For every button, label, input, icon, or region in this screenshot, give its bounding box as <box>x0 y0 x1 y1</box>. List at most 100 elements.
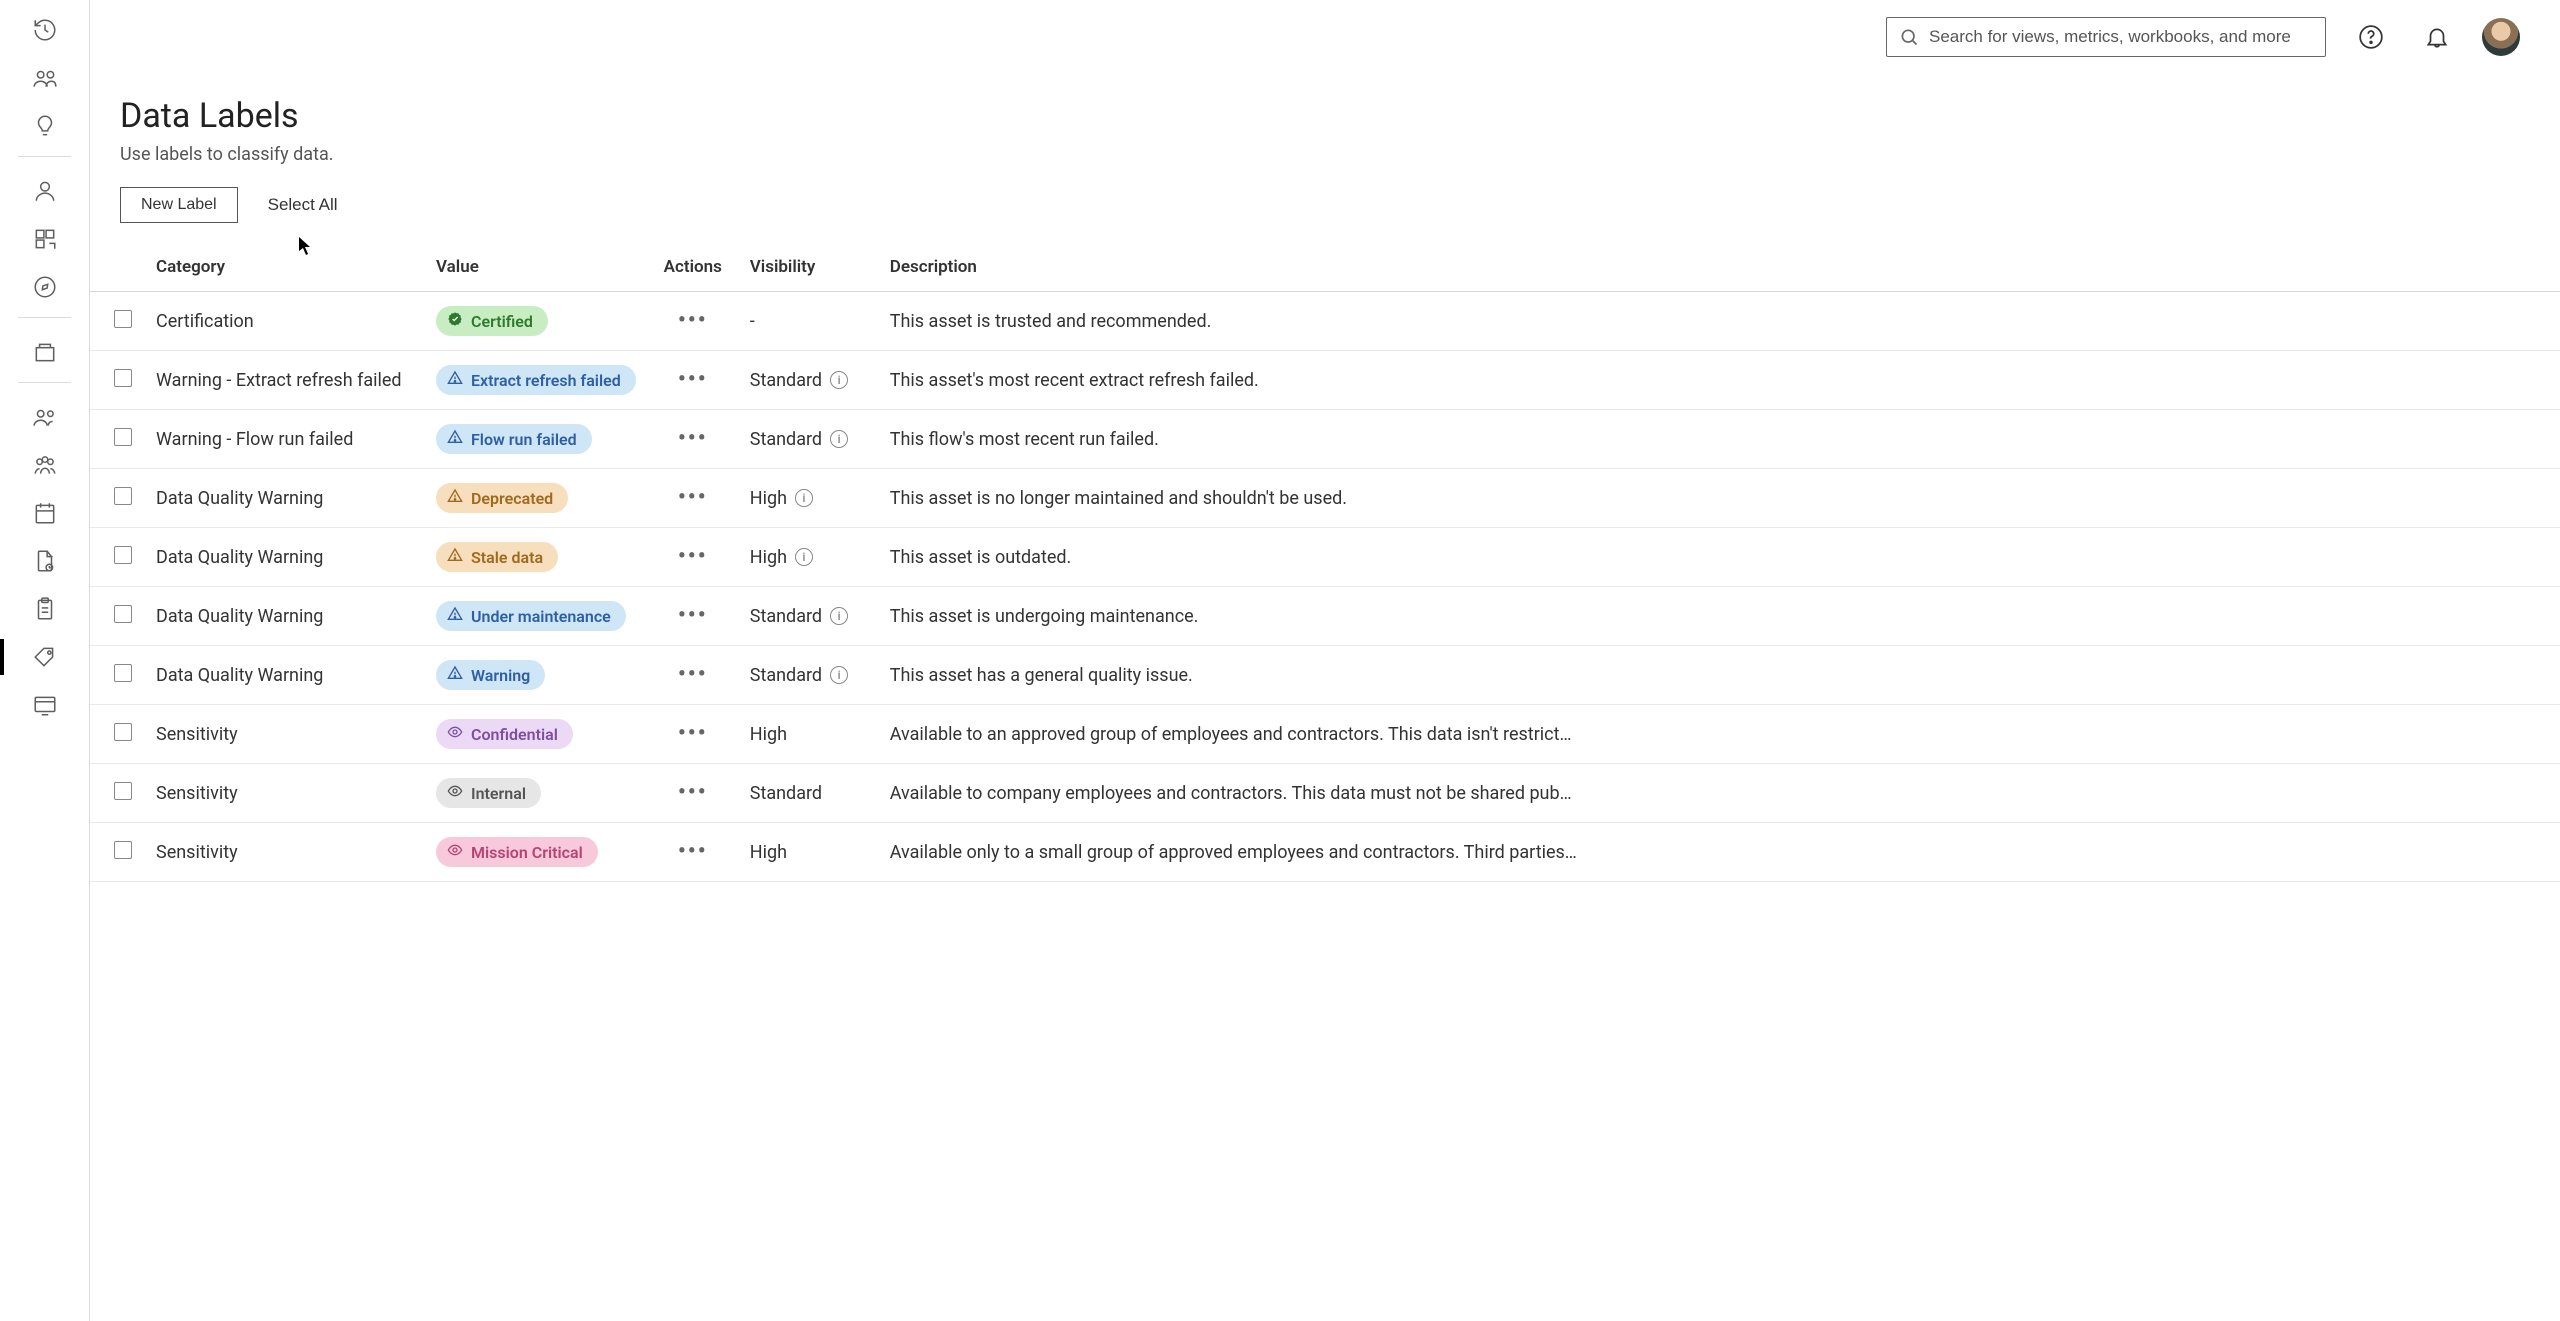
row-checkbox[interactable] <box>114 841 132 859</box>
row-checkbox[interactable] <box>114 369 132 387</box>
row-description: This asset is outdated. <box>878 528 2560 587</box>
help-icon <box>2358 24 2384 50</box>
row-visibility: Standard i <box>750 370 866 391</box>
sidebar-user[interactable] <box>0 167 89 215</box>
search-icon <box>1899 27 1919 47</box>
row-visibility: Standard i <box>750 606 866 627</box>
table-row: Data Quality Warning Warning ••• Standar… <box>90 646 2560 705</box>
sidebar-tasks[interactable] <box>0 585 89 633</box>
row-visibility: High i <box>750 488 866 509</box>
table-row: Data Quality Warning Stale data ••• High… <box>90 528 2560 587</box>
row-checkbox[interactable] <box>114 605 132 623</box>
help-button[interactable] <box>2350 16 2392 58</box>
sidebar-collections[interactable] <box>0 328 89 376</box>
info-icon[interactable]: i <box>830 607 848 625</box>
notifications-button[interactable] <box>2416 16 2458 58</box>
row-description: This asset has a general quality issue. <box>878 646 2560 705</box>
row-checkbox[interactable] <box>114 664 132 682</box>
header-category[interactable]: Category <box>144 243 424 292</box>
value-label: Extract refresh failed <box>471 371 621 390</box>
table-row: Sensitivity Mission Critical ••• High Av… <box>90 823 2560 882</box>
history-icon <box>32 17 58 43</box>
row-checkbox[interactable] <box>114 782 132 800</box>
info-icon[interactable]: i <box>830 666 848 684</box>
external-assets-icon <box>32 226 58 252</box>
row-checkbox[interactable] <box>114 723 132 741</box>
row-checkbox[interactable] <box>114 546 132 564</box>
search-box[interactable] <box>1886 17 2326 57</box>
row-category: Data Quality Warning <box>144 587 424 646</box>
row-category: Warning - Extract refresh failed <box>144 351 424 410</box>
row-description: Available only to a small group of appro… <box>878 823 2560 882</box>
row-actions-button[interactable]: ••• <box>678 367 708 392</box>
sidebar-external-assets[interactable] <box>0 215 89 263</box>
search-input[interactable] <box>1929 27 2313 47</box>
row-description: This asset is undergoing maintenance. <box>878 587 2560 646</box>
row-checkbox[interactable] <box>114 487 132 505</box>
jobs-icon <box>32 548 58 574</box>
warning-icon <box>447 547 463 567</box>
site-status-icon <box>32 692 58 718</box>
row-category: Sensitivity <box>144 764 424 823</box>
table-row: Certification Certified ••• - This asset… <box>90 292 2560 351</box>
value-label: Under maintenance <box>471 607 611 626</box>
action-row: New Label Select All <box>90 187 2560 243</box>
sidebar-history[interactable] <box>0 6 89 54</box>
sidebar-schedules[interactable] <box>0 489 89 537</box>
row-actions-button[interactable]: ••• <box>678 308 708 333</box>
header-actions: Actions <box>648 243 738 292</box>
select-all-button[interactable]: Select All <box>268 195 338 215</box>
sidebar-explore[interactable] <box>0 263 89 311</box>
row-checkbox[interactable] <box>114 428 132 446</box>
sidebar-divider <box>18 382 71 383</box>
row-description: This flow's most recent run failed. <box>878 410 2560 469</box>
info-icon[interactable]: i <box>830 430 848 448</box>
warning-icon <box>447 488 463 508</box>
row-visibility: Standard i <box>750 429 866 450</box>
row-checkbox[interactable] <box>114 310 132 328</box>
avatar[interactable] <box>2482 18 2520 56</box>
row-visibility: Standard <box>750 783 866 804</box>
sidebar-jobs[interactable] <box>0 537 89 585</box>
value-label: Internal <box>471 784 526 803</box>
row-actions-button[interactable]: ••• <box>678 780 708 805</box>
page-subtitle: Use labels to classify data. <box>120 144 2560 165</box>
row-category: Sensitivity <box>144 823 424 882</box>
table-row: Sensitivity Internal ••• Standard Availa… <box>90 764 2560 823</box>
value-pill: Stale data <box>436 542 558 572</box>
row-actions-button[interactable]: ••• <box>678 603 708 628</box>
sidebar-recommendations[interactable] <box>0 102 89 150</box>
info-icon[interactable]: i <box>795 489 813 507</box>
sidebar-labels[interactable] <box>0 633 89 681</box>
table-row: Data Quality Warning Under maintenance •… <box>90 587 2560 646</box>
labels-icon <box>32 644 58 670</box>
value-pill: Under maintenance <box>436 601 626 631</box>
warning-icon <box>447 370 463 390</box>
value-label: Confidential <box>471 725 558 744</box>
row-actions-button[interactable]: ••• <box>678 839 708 864</box>
row-actions-button[interactable]: ••• <box>678 485 708 510</box>
sidebar-groups[interactable] <box>0 441 89 489</box>
page-title: Data Labels <box>120 96 2560 136</box>
tasks-icon <box>32 596 58 622</box>
header-visibility[interactable]: Visibility <box>738 243 878 292</box>
row-actions-button[interactable]: ••• <box>678 662 708 687</box>
row-actions-button[interactable]: ••• <box>678 426 708 451</box>
shared-icon <box>32 65 58 91</box>
info-icon[interactable]: i <box>830 371 848 389</box>
sidebar-site-status[interactable] <box>0 681 89 729</box>
warning-icon <box>447 606 463 626</box>
row-actions-button[interactable]: ••• <box>678 721 708 746</box>
users-icon <box>32 404 58 430</box>
row-actions-button[interactable]: ••• <box>678 544 708 569</box>
info-icon[interactable]: i <box>795 548 813 566</box>
header-description[interactable]: Description <box>878 243 2560 292</box>
labels-table: Category Value Actions Visibility Descri… <box>90 243 2560 882</box>
header-value[interactable]: Value <box>424 243 648 292</box>
sidebar-users[interactable] <box>0 393 89 441</box>
sidebar-shared[interactable] <box>0 54 89 102</box>
new-label-button[interactable]: New Label <box>120 187 238 223</box>
row-category: Certification <box>144 292 424 351</box>
check-badge-icon <box>447 311 463 331</box>
row-visibility: High <box>750 842 866 863</box>
